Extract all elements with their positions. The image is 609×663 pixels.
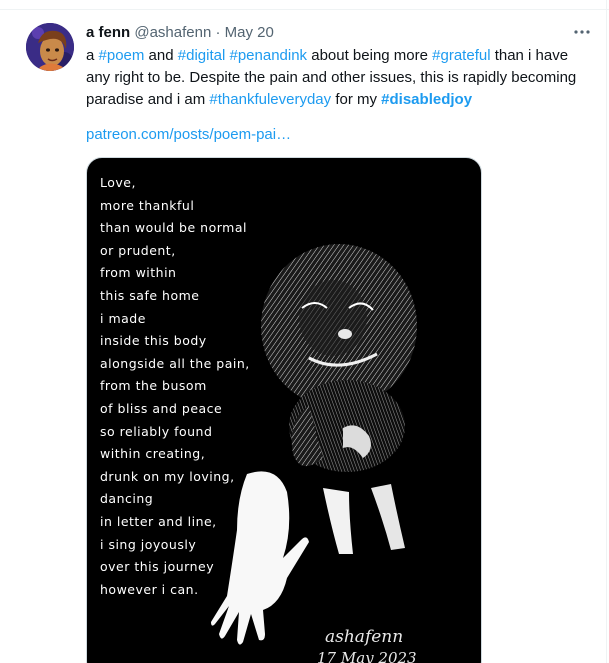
patreon-link[interactable]: patreon.com/posts/poem-pai… <box>86 124 291 146</box>
tweet-card[interactable]: a fenn @ashafenn · May 20 a #poem and #d… <box>0 0 609 663</box>
hashtag-link[interactable]: #penandink <box>229 47 307 64</box>
divider-top <box>0 9 609 10</box>
display-name[interactable]: a fenn <box>86 24 130 41</box>
poem-line: so reliably found <box>100 423 213 439</box>
more-icon[interactable] <box>570 24 594 42</box>
poem-line: Love, <box>100 175 136 190</box>
separator: · <box>215 24 221 41</box>
hashtag-link[interactable]: #poem <box>99 47 145 64</box>
hashtag-link[interactable]: #digital <box>178 47 226 64</box>
poem-line: from within <box>100 265 177 281</box>
poem-line: dancing <box>100 491 154 507</box>
poem-line: of bliss and peace <box>100 400 223 416</box>
poem-line: over this journey <box>100 559 215 575</box>
poem-line: i made <box>100 310 146 326</box>
signature-date: 17 May 2023 <box>317 649 417 663</box>
poem-line: i sing joyously <box>100 536 197 552</box>
hashtag-link[interactable]: #grateful <box>432 47 490 64</box>
poem-line: drunk on my loving, <box>100 468 235 484</box>
poem-line: however i can. <box>100 581 199 597</box>
user-handle[interactable]: @ashafenn <box>134 24 211 41</box>
poem-line: alongside all the pain, <box>100 355 250 371</box>
poem-line: or prudent, <box>100 242 176 258</box>
tweet-date[interactable]: May 20 <box>225 24 274 41</box>
tweet-text: a #poem and #digital #penandink about be… <box>86 45 596 111</box>
hashtag-link[interactable]: #disabledjoy <box>381 91 472 108</box>
divider-right <box>606 0 607 663</box>
tweet-media[interactable]: ashafenn 17 May 2023 Love, more thankful t… <box>86 157 482 663</box>
poem-line: than would be normal <box>100 220 247 236</box>
poem-line: inside this body <box>100 333 207 349</box>
more-horizontal-icon <box>574 30 590 34</box>
tweet-text-segment: about being more <box>307 47 433 64</box>
poem-text: Love, more thankful than would be normal or… <box>100 172 250 601</box>
tweet-text-segment: and <box>144 47 178 64</box>
tweet-header: a fenn @ashafenn · May 20 <box>86 23 274 43</box>
tweet-text-segment: a <box>86 47 99 64</box>
avatar-image <box>26 23 74 71</box>
poem-line: in letter and line, <box>100 513 217 529</box>
avatar[interactable] <box>26 23 74 71</box>
poem-line: from the busom <box>100 378 207 394</box>
tweet-text-segment: for my <box>331 91 382 108</box>
poem-line: more thankful <box>100 197 195 213</box>
signature: ashafenn <box>325 627 403 647</box>
poem-line: this safe home <box>100 287 200 303</box>
hashtag-link[interactable]: #thankfuleveryday <box>209 91 331 108</box>
poem-line: within creating, <box>100 446 206 462</box>
